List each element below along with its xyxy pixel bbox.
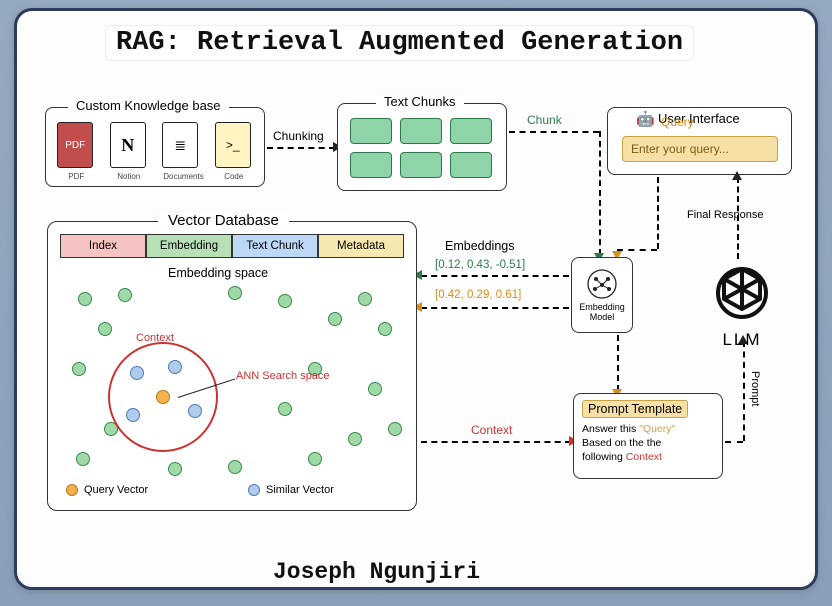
embedding-space-label: Embedding space [168,266,268,280]
documents-icon: ≣Documents [162,122,198,168]
dot-blue [168,360,182,374]
dot-green [368,382,382,396]
legend-dot-orange [66,484,78,496]
robot-icon: 🤖 [636,110,655,128]
chunk [400,118,442,144]
label-vec-orange: [0.42, 0.29, 0.61] [435,289,521,301]
code-icon: >_Code [215,122,251,168]
dot-green [278,402,292,416]
vector-database-label: Vector Database [158,212,289,229]
knowledge-base-icons: PDFPDF NNotion ≣Documents >_Code [54,122,254,168]
notion-icon: NNotion [110,122,146,168]
brain-icon [585,267,619,301]
legend-query: Query Vector [66,484,148,496]
prompt-template-box: Prompt Template Answer this "Query" Base… [573,393,723,479]
arrow-emb-orange [421,307,569,309]
label-chunk: Chunk [527,113,562,127]
label-chunking: Chunking [273,129,324,143]
chunk [350,118,392,144]
diagram-canvas: RAG: Retrieval Augmented Generation Cust… [14,8,818,590]
knowledge-base-box: Custom Knowledge base PDFPDF NNotion ≣Do… [45,107,265,187]
label-context: Context [471,423,512,437]
arrow-query-h [617,249,657,251]
arrow-emb-to-prompt [617,335,619,391]
dot-green [278,294,292,308]
embedding-model-label: Embedding Model [572,303,632,323]
chunk [350,152,392,178]
dot-orange [156,390,170,404]
label-query: Query [661,115,694,129]
dot-green [98,322,112,336]
arrow-emb-green [421,275,569,277]
author-name: Joseph Ngunjiri [273,559,480,585]
llm-box: LLM [697,263,787,350]
col-text-chunk: Text Chunk [232,234,318,258]
col-embedding: Embedding [146,234,232,258]
chunk-grid [350,118,492,178]
dot-green [378,322,392,336]
legend-similar: Similar Vector [248,484,334,496]
label-embeddings: Embeddings [445,239,515,253]
arrow-chunk-v [599,131,601,255]
arrow-query-v [657,177,659,249]
dot-green [308,452,322,466]
knowledge-base-label: Custom Knowledge base [68,98,229,113]
dot-green [76,452,90,466]
dot-green [118,288,132,302]
user-interface-box: 🤖 User Interface Enter your query... [607,107,792,175]
arrowhead-final [732,171,742,180]
arrow-prompt-h [725,441,743,443]
dot-green [328,312,342,326]
dot-green [388,422,402,436]
dot-green [358,292,372,306]
legend-similar-label: Similar Vector [266,484,334,496]
vector-database-box: Vector Database Index Embedding Text Chu… [47,221,417,511]
dot-green [228,460,242,474]
arrow-prompt-v [743,341,745,441]
dot-blue [126,408,140,422]
pdf-icon: PDFPDF [57,122,93,168]
label-vec-green: [0.12, 0.43, -0.51] [435,259,525,271]
col-metadata: Metadata [318,234,404,258]
dot-green [168,462,182,476]
chunk [450,152,492,178]
text-chunks-box: Text Chunks [337,103,507,191]
prompt-text: Answer this "Query" Based on the the fol… [582,422,714,465]
arrow-chunking [267,147,335,149]
embedding-model-box: Embedding Model [571,257,633,333]
arrow-context [421,441,571,443]
dot-blue [188,404,202,418]
arrow-chunk-h [509,131,599,133]
label-prompt: Prompt [749,371,761,406]
legend-dot-blue [248,484,260,496]
vdb-columns: Index Embedding Text Chunk Metadata [60,234,404,258]
prompt-template-label: Prompt Template [582,400,688,418]
openai-icon [712,263,772,323]
dot-green [78,292,92,306]
query-input[interactable]: Enter your query... [622,136,778,162]
dot-green [228,286,242,300]
dot-green [348,432,362,446]
label-final-response: Final Response [687,209,763,221]
chunk [450,118,492,144]
ann-label: ANN Search space [236,370,330,382]
text-chunks-label: Text Chunks [376,94,464,109]
page-title: RAG: Retrieval Augmented Generation [105,25,694,61]
dot-blue [130,366,144,380]
legend-query-label: Query Vector [84,484,148,496]
dot-green [72,362,86,376]
llm-label: LLM [697,330,787,350]
context-label: Context [136,332,174,344]
col-index: Index [60,234,146,258]
chunk [400,152,442,178]
